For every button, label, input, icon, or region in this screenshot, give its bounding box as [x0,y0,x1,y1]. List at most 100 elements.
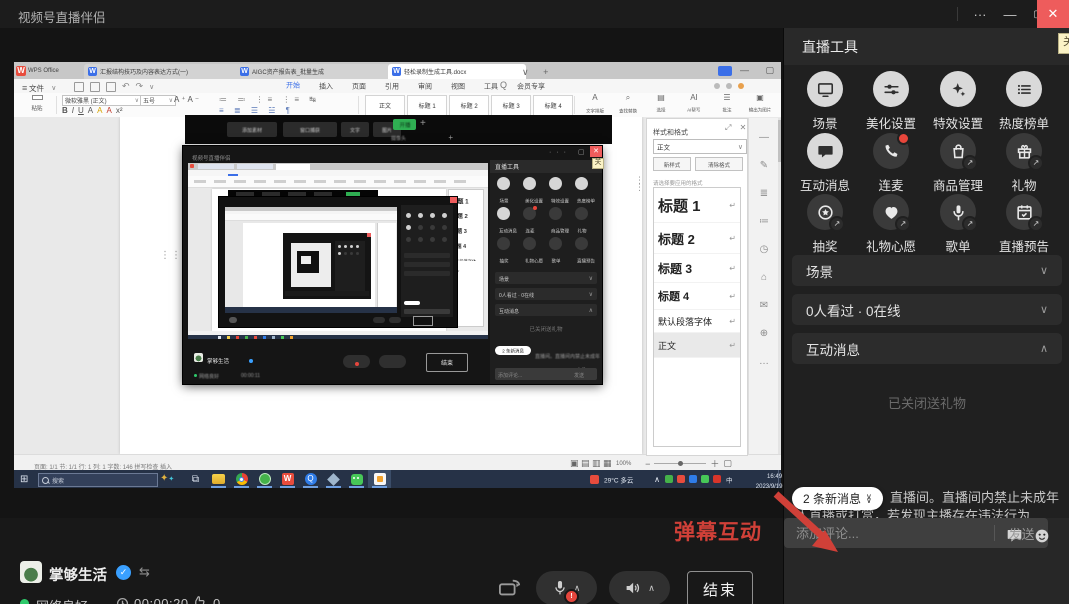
speaker-options-chevron[interactable]: ∧ [648,583,655,594]
pane-strip-icon[interactable]: ⊕ [749,328,779,339]
screen-share-icon[interactable] [497,577,523,604]
pane-strip-icon[interactable]: ◷ [749,244,779,255]
tool-beauty[interactable]: 美化设置 [858,71,924,132]
toolbar-chip[interactable]: ▤选择 [646,94,676,116]
tool-rank[interactable]: 热度榜单 [991,71,1057,132]
pane-strip-icon[interactable]: ✎ [749,160,779,171]
toolbar-chip[interactable]: ☰批注 [712,94,742,116]
task-view-icon[interactable]: ⧉ [184,470,207,488]
pane-strip-icon[interactable]: — [749,132,779,143]
style-gallery-item[interactable]: 标题 3 [491,95,531,116]
camera-source-row[interactable]: 摄像头 + [391,132,453,142]
file-explorer-icon[interactable] [207,470,230,488]
tool-preview[interactable]: ↗直播预告 [991,194,1057,255]
tool-songs[interactable]: ↗歌单 [925,194,991,255]
style-item[interactable]: 标题 3↵ [654,254,740,283]
font-name-select[interactable]: 微软雅黑 (正文)∨ [62,95,142,106]
styles-pane-controls[interactable]: ⤢ ✕ [725,123,749,133]
mic-button[interactable]: ∧ ! [536,571,597,604]
toolbar-chip[interactable]: ▣输出为图片 [745,94,775,116]
style-item[interactable]: 标题 1↵ [654,188,740,223]
pane-strip-icon[interactable]: ≣ [749,188,779,199]
style-gallery-item[interactable]: 正文 [365,95,405,116]
toolbar-chip[interactable]: Ａ文字排版 [580,94,610,116]
l3-dot [356,245,359,248]
cortana-icon[interactable]: ✦✦ [160,473,174,484]
switch-account-icon[interactable]: ⇆ [139,564,150,580]
show-desktop-sliver[interactable] [778,470,782,488]
section-scene[interactable]: 场景∨ [792,255,1062,286]
speaker-button[interactable]: ∧ [609,571,670,604]
status-right-controls[interactable]: ▣ ▤ ▥ ▦ 100% −＋ ▢ [570,457,732,470]
ime-indicator[interactable]: 中 [726,474,733,484]
paragraph-icons-top[interactable]: ≔ ≕ ⋮≡ ⋮≡ ↹ [219,95,320,104]
more-menu-button[interactable]: ··· [966,0,994,28]
tool-lottery[interactable]: ↗抽奖 [792,194,858,255]
drag-handle-dots[interactable]: ⋮⋮ [160,253,168,273]
close-button[interactable]: ✕ [1037,0,1069,28]
pane-strip-icon[interactable]: ≔ [749,216,779,227]
section-viewers[interactable]: 0人看过 · 0在线∨ [792,294,1062,325]
scene-strip-button[interactable]: 窗口捕获 [283,122,337,137]
tray-green-app-icon[interactable] [665,475,673,483]
search-q-icon[interactable]: Q [299,470,322,488]
tray-blue-app-icon[interactable] [689,475,697,483]
start-button-icon[interactable]: ⊞ [20,474,28,485]
paragraph-icons-bottom[interactable]: ≡ ≣ ☰ ☱ ¶ [219,106,294,115]
wps-icon[interactable]: W [276,470,299,488]
tool-effects[interactable]: 特效设置 [925,71,991,132]
go-live-button[interactable]: 开播 [393,119,416,130]
wechat-icon[interactable] [345,470,368,488]
send-button[interactable]: 发送 [995,518,1048,548]
tray-wechat-icon[interactable] [701,475,709,483]
minimize-button[interactable]: — [996,0,1024,28]
pane-strip-icon[interactable]: ⌂ [749,272,779,283]
browser-360-icon[interactable] [253,470,276,488]
docs-icon[interactable] [322,470,345,488]
style-gallery-label: 标题 2 [460,101,477,110]
style-item[interactable]: 标题 4↵ [654,283,740,310]
tool-scene[interactable]: 场景 [792,71,858,132]
styles-pane-dropdown[interactable]: 正文∨ [653,139,747,154]
style-item[interactable]: 标题 2↵ [654,223,740,254]
wps-login-chip[interactable] [718,66,732,76]
toolbar-chip[interactable]: AIAI帮写 [679,94,709,116]
tool-gift[interactable]: ↗礼物 [991,133,1057,194]
add-scene-plus[interactable]: + [420,118,426,129]
tool-message[interactable]: 互动消息 [792,133,858,194]
end-stream-button[interactable]: 结束 [687,571,753,604]
live-assistant-icon[interactable] [368,470,391,488]
wps-quick-icons[interactable]: ↶↷∨ [74,81,154,92]
taskbar-search-box[interactable]: 搜索 [38,473,158,487]
chrome-icon[interactable] [230,470,253,488]
pane-splitter-dots[interactable]: ⋮⋮ [635,177,644,191]
tray-red-alert-icon[interactable] [713,475,721,483]
font-format-icons[interactable]: BIUAAAx² [62,106,123,115]
scene-strip-button[interactable]: 添加素材 [227,122,277,137]
style-gallery-item[interactable]: 标题 1 [407,95,447,116]
styles-pane-button[interactable]: 清除格式 [695,157,743,171]
wps-search-icon[interactable]: Q [500,80,507,90]
style-gallery-item[interactable]: 标题 2 [449,95,489,116]
tray-red-app-icon[interactable] [677,475,685,483]
style-item[interactable]: 正文↵ [654,333,740,358]
style-item[interactable]: 默认段落字体↵ [654,310,740,333]
chip-label: 输出为图片 [749,106,772,113]
wps-scrollbar-thumb[interactable] [778,120,781,162]
section-messages[interactable]: 互动消息∧ [792,333,1062,364]
pane-strip-icon[interactable]: … [749,356,779,367]
toolbar-chip[interactable]: ⌕查找替换 [613,94,643,116]
scene-strip-button[interactable]: 文字 [341,122,369,137]
paste-button[interactable]: 粘贴 [24,95,50,115]
styles-pane-button[interactable]: 新样式 [653,157,691,171]
wps-document-tab[interactable]: W汇报结构技巧及内容表达方式(一) [84,64,240,79]
font-script-icons[interactable]: A⁺A⁻ [174,95,201,104]
wps-scrollbar[interactable] [778,118,781,454]
style-gallery-item[interactable]: 标题 4 [533,95,573,116]
pane-strip-icon[interactable]: ✉ [749,300,779,311]
tool-call[interactable]: 连麦 [858,133,924,194]
tool-wish[interactable]: ↗礼物心愿 [858,194,924,255]
font-size-select[interactable]: 五号∨ [140,95,176,106]
tray-expand-icon[interactable]: ∧ [654,475,660,484]
tool-goods[interactable]: ↗商品管理 [925,133,991,194]
